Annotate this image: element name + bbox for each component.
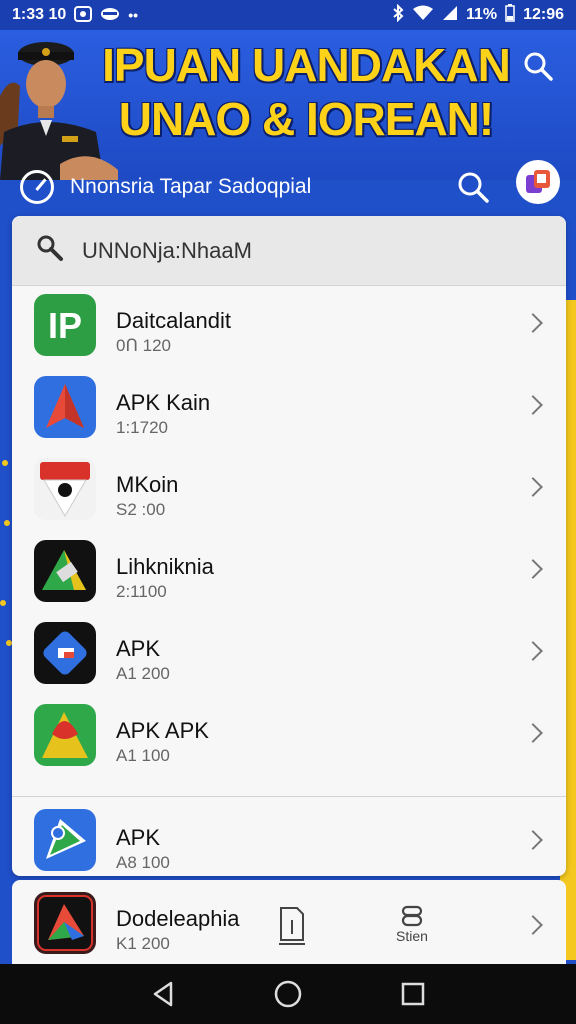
- home-icon[interactable]: [274, 980, 302, 1008]
- app-play-icon: [34, 809, 96, 871]
- app-size: A8 100: [116, 853, 170, 872]
- search-field-icon: [36, 234, 64, 267]
- app-list-item[interactable]: Dodeleaphia K1 200 Stien: [12, 880, 566, 964]
- compass-icon[interactable]: [20, 170, 54, 204]
- app-size: A1 200: [116, 664, 170, 683]
- app-list-item[interactable]: IP Daitcalandit 0Ո 120: [12, 286, 566, 368]
- system-navigation-bar: [0, 964, 576, 1024]
- app-size: K1 200: [116, 934, 170, 953]
- hero-title: IPUAN UANDAKAN UNAO & IOREAN!: [96, 38, 516, 146]
- settings-action-button[interactable]: Stien: [382, 904, 442, 954]
- app-size: 1:1720: [116, 418, 168, 437]
- search-icon[interactable]: [518, 46, 558, 86]
- chevron-right-icon: [523, 313, 543, 333]
- chevron-right-icon: [523, 830, 543, 850]
- chevron-right-icon: [523, 723, 543, 743]
- status-time: 1:33 10: [12, 6, 67, 23]
- deco-dot: [0, 600, 6, 606]
- app-list-item[interactable]: APK A8 100: [12, 796, 566, 876]
- battery-icon: [505, 3, 515, 27]
- signal-icon: [442, 5, 458, 26]
- search-input[interactable]: UNNoNja:NhaaM: [82, 238, 252, 264]
- download-file-icon[interactable]: [274, 906, 310, 950]
- app-list-item[interactable]: MKoin S2 :00: [12, 450, 566, 532]
- chevron-right-icon: [523, 395, 543, 415]
- app-list-item[interactable]: Lihkniknia 2:1100: [12, 532, 566, 614]
- wifi-icon: [412, 5, 434, 26]
- app-pin-icon: [34, 458, 96, 520]
- app-triangle-icon: [34, 892, 96, 954]
- app-list-item[interactable]: APK APK A1 100: [12, 696, 566, 778]
- app-size: 0Ո 120: [116, 336, 171, 355]
- battery-text: 11%: [465, 6, 498, 23]
- chevron-right-icon: [523, 915, 543, 935]
- app-name: APK APK: [116, 718, 209, 743]
- link-icon: [401, 905, 423, 927]
- app-size: A1 100: [116, 746, 170, 765]
- app-list-item[interactable]: APK A1 200: [12, 614, 566, 696]
- mask-icon: [100, 7, 120, 24]
- deco-dot: [2, 460, 8, 466]
- subheader: Nnonsria Tapar Sadoqpial: [0, 160, 576, 212]
- app-tool-icon: [34, 540, 96, 602]
- notification-icon: [74, 5, 93, 25]
- profile-badge-icon[interactable]: [516, 160, 560, 204]
- app-name: APK: [116, 825, 161, 850]
- app-name: APK Kain: [116, 390, 211, 415]
- app-name: Daitcalandit: [116, 308, 231, 333]
- subheader-title: Nnonsria Tapar Sadoqpial: [70, 175, 312, 198]
- chevron-right-icon: [523, 641, 543, 661]
- hero-title-line2: UNAO & IOREAN!: [118, 93, 494, 145]
- more-dots-icon: ••: [128, 7, 139, 23]
- app-size: S2 :00: [116, 500, 166, 519]
- chevron-right-icon: [523, 477, 543, 497]
- signal-text: 12:96: [523, 6, 564, 23]
- app-size: 2:1100: [116, 582, 167, 601]
- app-name: APK: [116, 636, 161, 661]
- back-icon[interactable]: [149, 980, 177, 1008]
- app-arrow-icon: [34, 376, 96, 438]
- app-list-card: UNNoNja:NhaaM IP Daitcalandit 0Ո 120 APK…: [12, 216, 566, 876]
- app-list-item[interactable]: APK Kain 1:1720: [12, 368, 566, 450]
- app-g-icon: [34, 622, 96, 684]
- svg-text:IP: IP: [48, 305, 82, 346]
- status-left: 1:33 10 ••: [12, 5, 139, 25]
- status-right: 11% 12:96: [392, 3, 564, 27]
- recents-icon[interactable]: [399, 980, 427, 1008]
- app-leaf-icon: [34, 704, 96, 766]
- status-bar: 1:33 10 •• 11% 12:96: [0, 0, 576, 30]
- app-name: MKoin: [116, 472, 179, 497]
- search-field[interactable]: UNNoNja:NhaaM: [12, 216, 566, 286]
- subheader-search-icon[interactable]: [456, 170, 490, 204]
- chevron-right-icon: [523, 559, 543, 579]
- hero-banner: IPUAN UANDAKAN UNAO & IOREAN!: [0, 30, 576, 180]
- deco-dot: [4, 520, 10, 526]
- action-label: Stien: [396, 928, 428, 944]
- app-ip-icon: IP: [34, 294, 96, 356]
- app-name: Lihkniknia: [116, 554, 214, 579]
- bluetooth-icon: [392, 3, 404, 27]
- app-name: Dodeleaphia: [116, 906, 240, 931]
- hero-title-line1: IPUAN UANDAKAN: [102, 39, 511, 91]
